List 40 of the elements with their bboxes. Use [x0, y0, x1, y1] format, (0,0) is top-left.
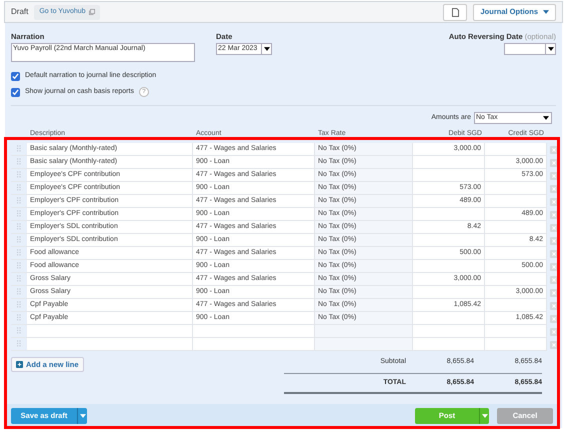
- table-cell[interactable]: [27, 338, 193, 352]
- checkbox[interactable]: [11, 88, 20, 96]
- table-cell[interactable]: [413, 338, 485, 352]
- table-cell[interactable]: [485, 195, 547, 208]
- table-cell[interactable]: [485, 273, 547, 286]
- caret-icon: [264, 47, 270, 52]
- document-icon: [452, 8, 459, 16]
- table-cell[interactable]: [413, 156, 485, 170]
- table-cell[interactable]: [485, 221, 547, 234]
- table-cell[interactable]: [485, 325, 547, 338]
- table-cell[interactable]: [193, 325, 315, 338]
- external-link-icon: [88, 9, 95, 15]
- save-options-button[interactable]: [77, 408, 87, 424]
- caret-icon: [548, 47, 554, 52]
- caret-icon: [543, 116, 549, 120]
- table-cell[interactable]: [413, 325, 485, 338]
- table-cell[interactable]: [485, 143, 547, 156]
- table-cell[interactable]: [485, 299, 547, 312]
- post-options-button[interactable]: [479, 408, 489, 424]
- auto-reversing-field[interactable]: [504, 43, 556, 56]
- table-cell[interactable]: [413, 312, 485, 326]
- checkbox[interactable]: [11, 72, 20, 81]
- table-cell[interactable]: [315, 325, 413, 338]
- table-cell[interactable]: [413, 260, 485, 274]
- table-cell[interactable]: [27, 325, 193, 338]
- table-cell[interactable]: [485, 338, 547, 352]
- table-cell[interactable]: [485, 182, 547, 196]
- table-cell[interactable]: [315, 338, 413, 352]
- caret-icon: [543, 10, 549, 14]
- caret-icon: [482, 414, 488, 418]
- caret-icon: [80, 414, 86, 418]
- add-line-icon: [16, 361, 23, 368]
- table-cell[interactable]: [413, 286, 485, 300]
- table-cell[interactable]: [413, 169, 485, 182]
- table-cell[interactable]: [413, 208, 485, 222]
- table-cell[interactable]: [413, 234, 485, 248]
- status-label: Draft: [11, 6, 28, 18]
- table-cell[interactable]: [485, 247, 547, 260]
- table-cell[interactable]: [193, 338, 315, 352]
- copy-button[interactable]: [443, 4, 468, 20]
